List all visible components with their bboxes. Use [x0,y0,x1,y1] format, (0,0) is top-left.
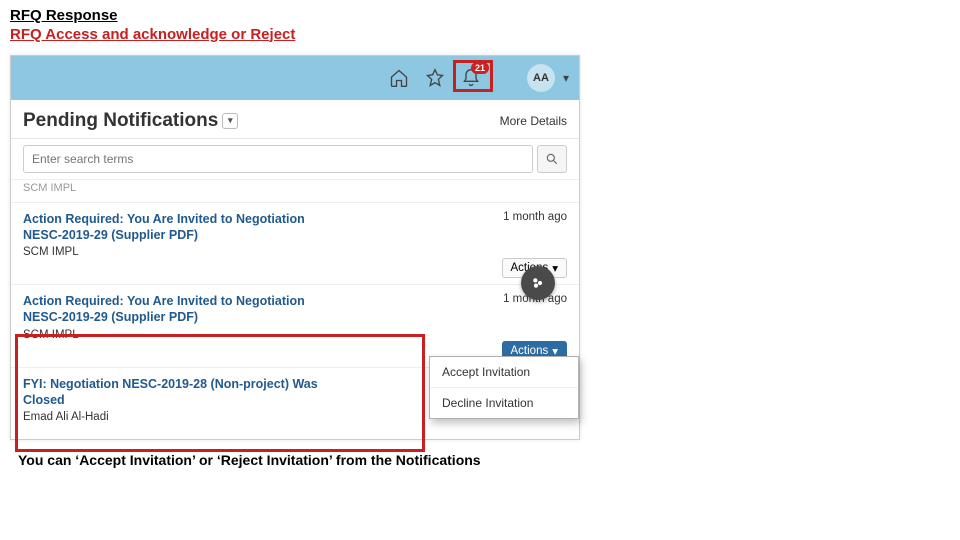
search-button[interactable] [537,145,567,173]
panel-header: Pending Notifications ▾ More Details [11,100,579,139]
home-icon[interactable] [387,66,411,90]
notifications-bell[interactable]: 21 [459,66,483,90]
menu-item-decline[interactable]: Decline Invitation [430,388,578,418]
more-details-link[interactable]: More Details [500,114,567,128]
chevron-down-icon[interactable]: ▾ [563,71,569,85]
topbar: 21 AA ▾ [11,56,579,100]
panel-title-dropdown-icon[interactable]: ▾ [222,113,238,129]
list-item[interactable]: Action Required: You Are Invited to Nego… [11,202,579,285]
panel-title[interactable]: Pending Notifications ▾ [23,110,238,132]
page-subheading: RFQ Access and acknowledge or Reject [0,26,960,51]
search-input[interactable] [23,145,533,173]
list-item-truncated: SCM IMPL [11,179,579,202]
chevron-down-icon: ▾ [552,261,558,275]
list-item-title: Action Required: You Are Invited to Nego… [23,211,567,244]
highlight-box-bell [453,60,493,92]
star-icon[interactable] [423,66,447,90]
menu-item-accept[interactable]: Accept Invitation [430,357,578,388]
floating-action-button[interactable] [521,266,555,300]
page-heading: RFQ Response [0,0,960,26]
panel-title-text: Pending Notifications [23,110,218,132]
avatar[interactable]: AA [527,64,555,92]
highlight-box-items [15,334,425,452]
actions-dropdown-menu: Accept Invitation Decline Invitation [429,356,579,419]
search-row [11,139,579,179]
list-item-timestamp: 1 month ago [503,211,567,223]
notifications-panel-screenshot: 21 AA ▾ Pending Notifications ▾ More Det… [10,55,580,441]
list-item-title: Action Required: You Are Invited to Nego… [23,293,567,326]
list-item-subtitle: SCM IMPL [23,246,567,258]
